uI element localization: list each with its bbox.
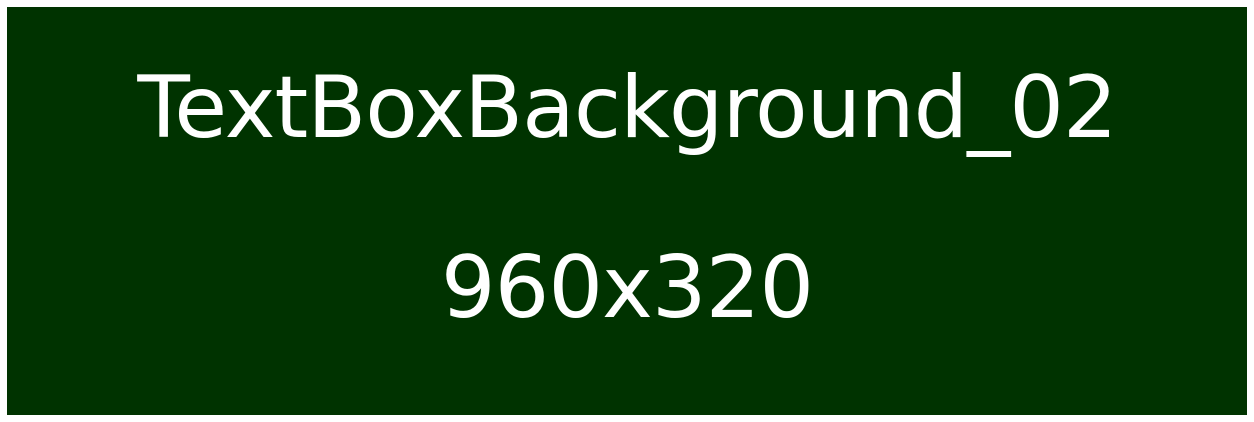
panel-title: TextBoxBackground_02 — [137, 58, 1117, 158]
panel-size-label: 960x320 — [440, 238, 814, 338]
textbox-background-panel: TextBoxBackground_02 960x320 — [7, 7, 1247, 415]
